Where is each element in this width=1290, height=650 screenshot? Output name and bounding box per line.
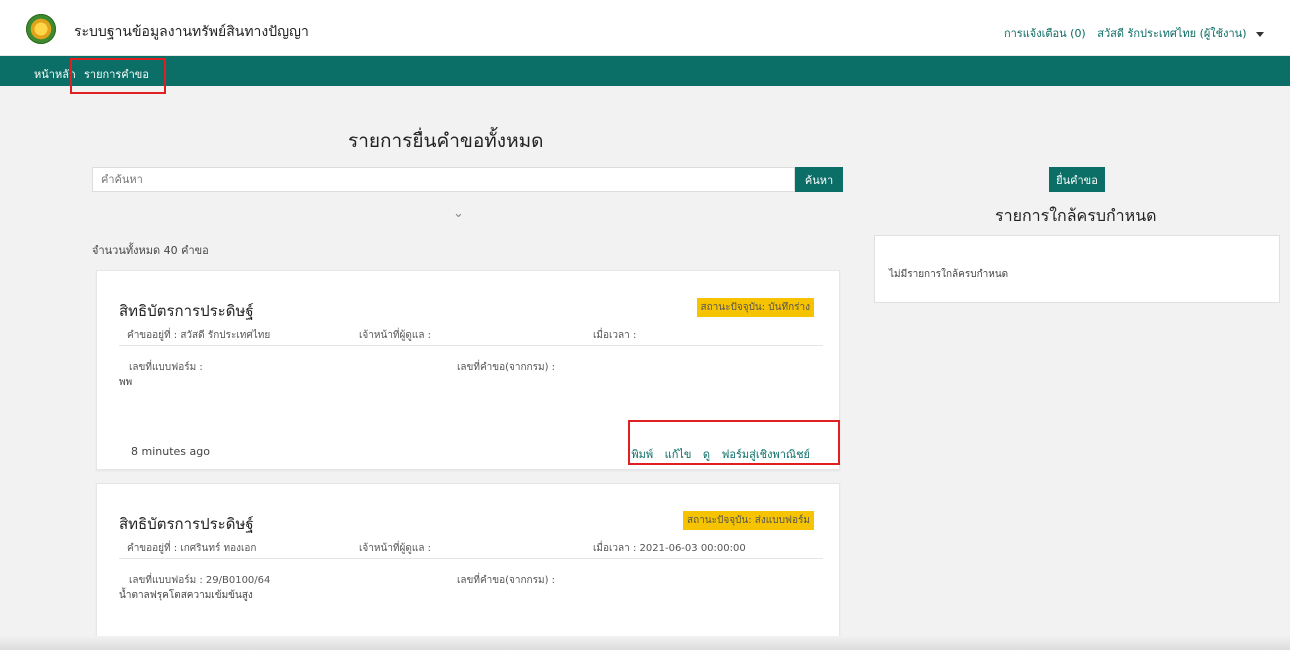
due-list-panel: ไม่มีรายการใกล้ครบกำหนด — [874, 235, 1280, 303]
divider — [119, 345, 823, 346]
card-datetime: เมื่อเวลา : — [593, 330, 637, 341]
card-time: 8 minutes ago — [131, 445, 210, 458]
card-title: สิทธิบัตรการประดิษฐ์ — [119, 302, 254, 320]
top-header: ระบบฐานข้อมูลงานทรัพย์สินทางปัญญา การแจ้… — [0, 0, 1290, 56]
card-owner: คำขออยู่ที่ : เกศรินทร์ ทองเอก — [127, 543, 257, 554]
status-badge: สถานะปัจจุบัน: บันทึกร่าง — [696, 298, 814, 317]
nav-home[interactable]: หน้าหลัก — [34, 65, 76, 83]
card-datetime: เมื่อเวลา : 2021-06-03 00:00:00 — [593, 543, 746, 554]
logo-icon — [26, 14, 56, 44]
card-form-number: เลขที่แบบฟอร์ม : — [129, 362, 203, 373]
print-link[interactable]: พิมพ์ — [631, 448, 653, 461]
header-right: การแจ้งเตือน (0) สวัสดี รักประเทศไทย (ผู… — [1004, 24, 1264, 42]
status-badge: สถานะปัจจุบัน: ส่งแบบฟอร์ม — [683, 511, 814, 530]
card-title: สิทธิบัตรการประดิษฐ์ — [119, 515, 254, 533]
total-count: จำนวนทั้งหมด 40 คำขอ — [92, 244, 209, 257]
card-officer: เจ้าหน้าที่ผู้ดูแล : — [359, 330, 432, 341]
due-list-title: รายการใกล้ครบกำหนด — [995, 206, 1157, 225]
user-menu[interactable]: สวัสดี รักประเทศไทย (ผู้ใช้งาน) — [1097, 27, 1246, 40]
card-request-number: เลขที่คำขอ(จากกรม) : — [457, 575, 556, 586]
search-button[interactable]: ค้นหา — [795, 167, 843, 192]
view-link[interactable]: ดู — [703, 448, 710, 461]
app-title: ระบบฐานข้อมูลงานทรัพย์สินทางปัญญา — [74, 24, 309, 40]
card-subtitle: น้ำตาลฟรุคโตสความเข้มข้นสูง — [119, 590, 253, 601]
chevron-down-icon[interactable] — [1256, 31, 1264, 37]
card-officer: เจ้าหน้าที่ผู้ดูแล : — [359, 543, 432, 554]
submit-request-button[interactable]: ยื่นคำขอ — [1049, 167, 1105, 192]
request-card: สิทธิบัตรการประดิษฐ์ สถานะปัจจุบัน: บันท… — [96, 270, 840, 470]
page-bottom-edge — [0, 636, 1290, 650]
notifications-link[interactable]: การแจ้งเตือน (0) — [1004, 27, 1086, 40]
card-owner: คำขออยู่ที่ : สวัสดี รักประเทศไทย — [127, 330, 271, 341]
page-title: รายการยื่นคำขอทั้งหมด — [348, 130, 544, 152]
expand-filter-icon[interactable]: ⌄ — [453, 206, 464, 221]
search-input[interactable] — [92, 167, 795, 192]
request-card: สิทธิบัตรการประดิษฐ์ สถานะปัจจุบัน: ส่งแ… — [96, 483, 840, 650]
card-request-number: เลขที่คำขอ(จากกรม) : — [457, 362, 556, 373]
main-nav: หน้าหลัก รายการคำขอ — [0, 56, 1290, 86]
edit-link[interactable]: แก้ไข — [665, 448, 692, 461]
commercial-form-link[interactable]: ฟอร์มสู่เชิงพาณิชย์ — [722, 448, 810, 461]
due-empty-text: ไม่มีรายการใกล้ครบกำหนด — [889, 269, 1009, 280]
card-form-number: เลขที่แบบฟอร์ม : 29/B0100/64 — [129, 575, 271, 586]
card-subtitle: พพ — [119, 377, 133, 388]
nav-requests[interactable]: รายการคำขอ — [84, 65, 149, 83]
card-actions: พิมพ์ แก้ไข ดู ฟอร์มสู่เชิงพาณิชย์ — [623, 445, 810, 463]
divider — [119, 558, 823, 559]
